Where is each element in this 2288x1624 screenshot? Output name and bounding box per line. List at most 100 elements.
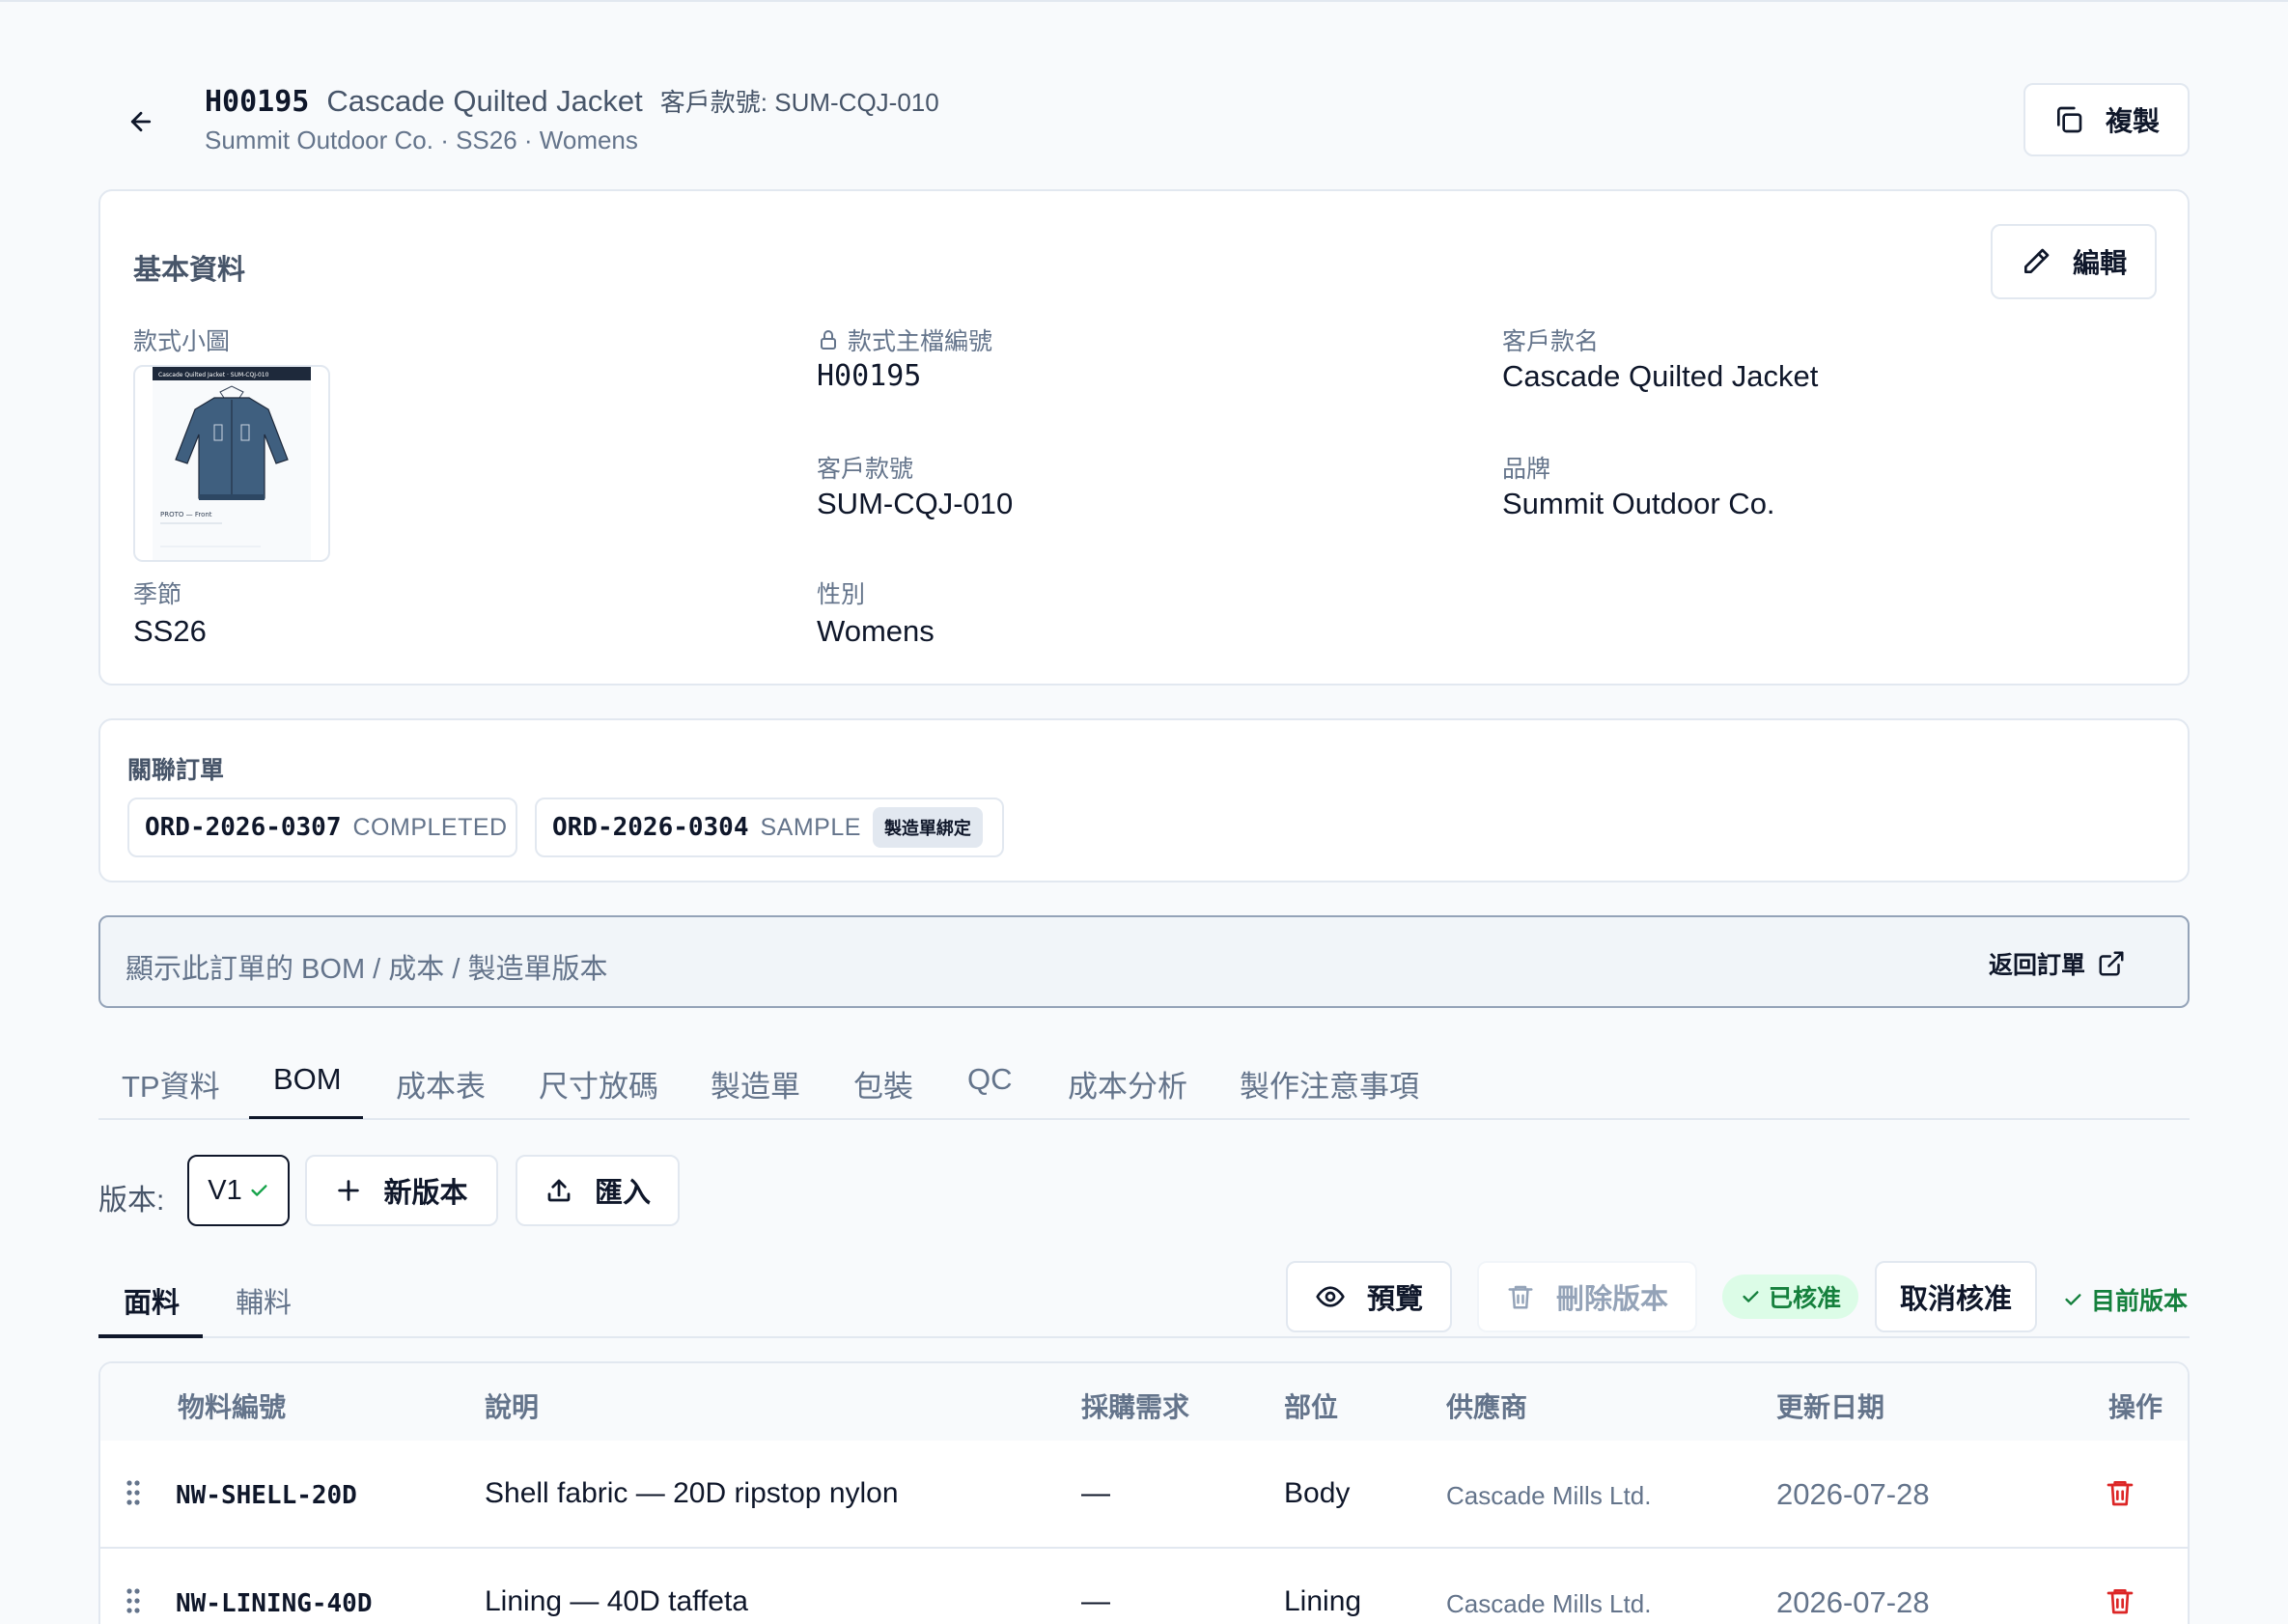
import-label: 匯入	[594, 1178, 651, 1209]
col-part: 部位	[1284, 1392, 1339, 1422]
back-to-order-link[interactable]: 返回訂單	[1989, 946, 2126, 981]
delete-version-button[interactable]: 刪除版本	[1477, 1261, 1697, 1332]
check-icon	[2065, 1294, 2081, 1305]
back-to-order-label: 返回訂單	[1988, 952, 2085, 979]
tab-manufacturing-order[interactable]: 製造單	[711, 1062, 800, 1106]
subtab-fabric[interactable]: 面料	[124, 1280, 180, 1321]
new-version-button[interactable]: 新版本	[305, 1155, 498, 1226]
tab-qc[interactable]: QC	[967, 1062, 1013, 1097]
back-button[interactable]	[120, 100, 162, 143]
page-subtitle: Summit Outdoor Co. · SS26 · Womens	[205, 126, 638, 154]
new-version-label: 新版本	[383, 1178, 468, 1209]
customer-name-label: 客戶款名	[1502, 328, 1600, 355]
version-label: 版本:	[98, 1185, 165, 1217]
updated-date: 2026-07-28	[1776, 1477, 1930, 1511]
tab-packaging[interactable]: 包裝	[853, 1062, 913, 1106]
tab-tp[interactable]: TP資料	[122, 1062, 220, 1106]
tab-cost-sheet[interactable]: 成本表	[396, 1062, 486, 1106]
cancel-approval-button[interactable]: 取消核准	[1875, 1261, 2037, 1332]
drag-handle-icon[interactable]	[126, 1587, 141, 1614]
edit-button[interactable]: 編輯	[1991, 224, 2157, 299]
active-subtab-indicator	[98, 1334, 203, 1338]
drag-handle-icon[interactable]	[126, 1479, 141, 1506]
cancel-approval-label: 取消核准	[1899, 1284, 2012, 1315]
thumb-label: 款式小圖	[133, 328, 231, 355]
gender-label: 性別	[817, 581, 866, 608]
order-code: ORD-2026-0304	[552, 813, 749, 842]
delete-version-label: 刪除版本	[1555, 1284, 1668, 1315]
subtab-trims[interactable]: 輔料	[236, 1280, 292, 1321]
brand-value: Summit Outdoor Co.	[1502, 487, 1775, 520]
material-description: Lining — 40D taffeta	[485, 1585, 748, 1617]
material-part: Lining	[1284, 1585, 1362, 1617]
import-button[interactable]: 匯入	[516, 1155, 680, 1226]
jacket-sketch-image: Cascade Quilted Jacket · SUM-CQJ-010 PRO…	[153, 367, 311, 560]
purchase-demand: —	[1081, 1585, 1110, 1617]
banner-text: 顯示此訂單的 BOM / 成本 / 製造單版本	[126, 954, 608, 985]
current-version-indicator: 目前版本	[2062, 1282, 2188, 1317]
thumb-header-text: Cascade Quilted Jacket · SUM-CQJ-010	[158, 372, 269, 378]
lock-icon	[821, 330, 836, 350]
eye-icon	[1316, 1286, 1345, 1307]
col-description: 說明	[485, 1392, 540, 1422]
trash-icon[interactable]	[2105, 1585, 2135, 1616]
style-code-label-text: 款式主檔編號	[848, 328, 993, 355]
col-purchase-demand: 採購需求	[1081, 1392, 1190, 1422]
material-code: NW-LINING-40D	[176, 1589, 373, 1618]
approved-status-badge: 已核准	[1722, 1274, 1859, 1319]
style-thumbnail[interactable]: Cascade Quilted Jacket · SUM-CQJ-010 PRO…	[133, 365, 330, 562]
bom-table: 物料編號 說明 採購需求 部位 供應商 更新日期 操作 NW-SHELL-20D…	[98, 1361, 2190, 1624]
col-updated-date: 更新日期	[1776, 1392, 1885, 1422]
customer-no-value: SUM-CQJ-010	[817, 487, 1014, 520]
preview-label: 預覽	[1366, 1284, 1423, 1315]
order-status: COMPLETED	[352, 813, 508, 841]
linked-orders-card: 關聯訂單 ORD-2026-0307 COMPLETED ORD-2026-03…	[98, 718, 2190, 882]
copy-button[interactable]: 複製	[2023, 83, 2190, 156]
material-part: Body	[1284, 1477, 1351, 1509]
table-header: 物料編號 說明 採購需求 部位 供應商 更新日期 操作	[100, 1363, 2188, 1441]
tab-production-notes[interactable]: 製作注意事項	[1240, 1062, 1419, 1106]
season-label: 季節	[133, 581, 182, 608]
approved-label: 已核准	[1769, 1285, 1842, 1312]
order-badge: 製造單綁定	[872, 807, 983, 848]
order-status: SAMPLE	[760, 813, 861, 841]
edit-label: 編輯	[2072, 248, 2127, 278]
material-description: Shell fabric — 20D ripstop nylon	[485, 1477, 899, 1509]
top-border	[0, 0, 2288, 2]
order-chip[interactable]: ORD-2026-0307 COMPLETED	[127, 798, 517, 857]
customer-name-value: Cascade Quilted Jacket	[1502, 359, 1819, 393]
version-v1-button[interactable]: V1	[187, 1155, 290, 1226]
style-code-label: 款式主檔編號	[817, 322, 992, 357]
basic-info-card: 基本資料 編輯 款式小圖 Cascade Quilted Jacket · SU…	[98, 189, 2190, 686]
col-supplier: 供應商	[1446, 1392, 1528, 1422]
purchase-demand: —	[1081, 1477, 1110, 1509]
pencil-icon	[2023, 248, 2050, 273]
season-value: SS26	[133, 614, 207, 648]
customer-style-no: 客戶款號: SUM-CQJ-010	[659, 88, 939, 117]
thumb-caption: PROTO — Front	[160, 511, 212, 518]
gender-value: Womens	[817, 614, 935, 648]
external-link-icon	[2099, 951, 2124, 976]
table-row: NW-LINING-40D Lining — 40D taffeta — Lin…	[100, 1549, 2188, 1624]
tab-bom[interactable]: BOM	[273, 1062, 342, 1097]
page-title: H00195 Cascade Quilted Jacket 客戶款號: SUM-…	[205, 83, 939, 119]
main-tabs: TP資料 BOM 成本表 尺寸放碼 製造單 包裝 QC 成本分析 製作注意事項	[98, 1050, 2190, 1120]
trash-icon[interactable]	[2105, 1477, 2135, 1508]
basic-info-title: 基本資料	[133, 255, 246, 286]
style-name: Cascade Quilted Jacket	[326, 84, 643, 118]
copy-label: 複製	[2105, 106, 2160, 136]
brand-label: 品牌	[1502, 456, 1551, 483]
preview-button[interactable]: 預覽	[1286, 1261, 1452, 1332]
check-icon	[251, 1185, 267, 1196]
tab-cost-analysis[interactable]: 成本分析	[1068, 1062, 1187, 1106]
order-code: ORD-2026-0307	[145, 813, 342, 842]
order-chip[interactable]: ORD-2026-0304 SAMPLE 製造單綁定	[535, 798, 1004, 857]
order-context-banner: 顯示此訂單的 BOM / 成本 / 製造單版本 返回訂單	[98, 915, 2190, 1008]
style-code-value: H00195	[817, 359, 922, 393]
plus-icon	[338, 1180, 360, 1201]
tab-size-grading[interactable]: 尺寸放碼	[539, 1062, 658, 1106]
col-material-code: 物料編號	[178, 1392, 287, 1422]
version-v1-label: V1	[208, 1174, 242, 1206]
linked-orders-title: 關聯訂單	[127, 757, 225, 784]
arrow-left-icon	[130, 111, 152, 132]
